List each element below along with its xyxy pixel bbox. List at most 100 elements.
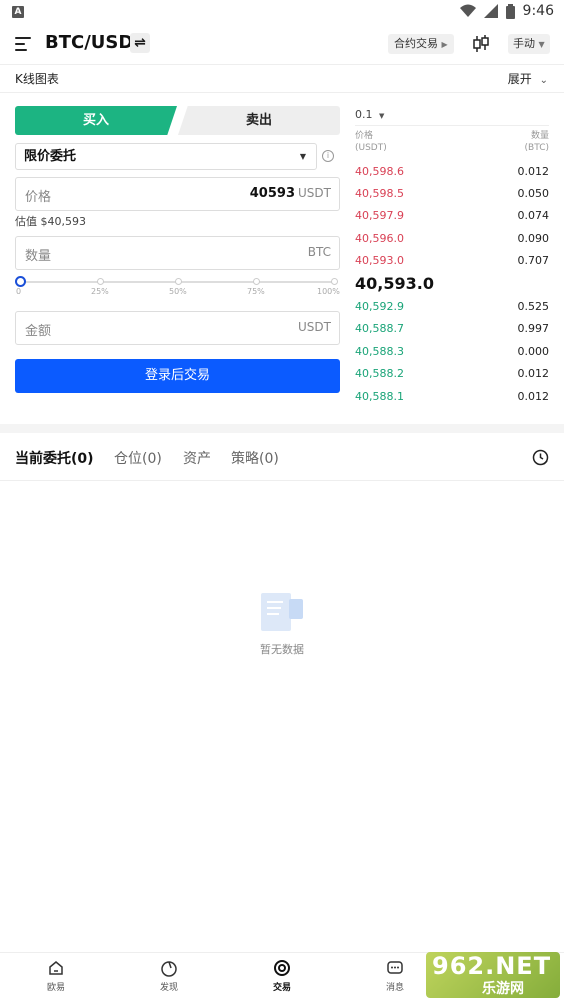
nav-item-discover[interactable]: 发现 (139, 959, 199, 993)
bid-row[interactable]: 40,588.3 0.000 (355, 345, 549, 359)
ask-price: 40,593.0 (355, 254, 404, 267)
watermark-text: 962.NET (432, 952, 552, 980)
bid-row[interactable]: 40,588.1 0.012 (355, 390, 549, 404)
slider-tick[interactable] (253, 278, 260, 285)
ask-row[interactable]: 40,598.5 0.050 (355, 187, 549, 201)
order-type-select[interactable]: 限价委托 ▼ (15, 143, 317, 170)
bid-row[interactable]: 40,588.2 0.012 (355, 367, 549, 381)
battery-icon (505, 3, 515, 19)
slider-tick[interactable] (97, 278, 104, 285)
ask-row[interactable]: 40,597.9 0.074 (355, 209, 549, 223)
slider-tick[interactable] (331, 278, 338, 285)
tab-open-orders[interactable]: 当前委托(0) (15, 448, 94, 468)
sell-tab[interactable]: 卖出 (178, 106, 340, 135)
ask-row[interactable]: 40,596.0 0.090 (355, 232, 549, 246)
last-price: 40,593.0 (355, 274, 434, 293)
expand-button[interactable]: 展开 ⌄ (508, 70, 548, 87)
ask-price: 40,598.6 (355, 165, 404, 178)
nav-item-trade[interactable]: 交易 (252, 959, 312, 993)
bid-row[interactable]: 40,588.7 0.997 (355, 322, 549, 336)
ask-price: 40,596.0 (355, 232, 404, 245)
slider-tick-label: 0 (16, 287, 22, 296)
home-icon (49, 961, 63, 975)
bid-qty: 0.012 (517, 390, 550, 403)
ask-qty: 0.707 (517, 254, 550, 267)
empty-state-text: 暂无数据 (260, 643, 304, 656)
ask-price: 40,598.5 (355, 187, 404, 200)
price-field[interactable]: 价格 40593 USDT (15, 177, 340, 211)
ask-price: 40,597.9 (355, 209, 404, 222)
total-label: 金额 (25, 324, 52, 339)
order-type-value: 限价委托 (24, 149, 77, 164)
trade-icon (274, 960, 290, 976)
depth-step-select[interactable]: 0.1 ▼ (355, 108, 384, 121)
slider-handle[interactable] (15, 276, 26, 287)
menu-icon[interactable] (15, 37, 31, 51)
discover-icon (161, 961, 177, 977)
clock: 9:46 (522, 3, 554, 19)
divider (0, 64, 564, 65)
bid-price: 40,588.1 (355, 390, 404, 403)
nav-item-home[interactable]: 欧易 (26, 959, 86, 993)
slider-tick-label: 25% (91, 287, 109, 296)
bid-price: 40,588.7 (355, 322, 404, 335)
ask-qty: 0.090 (517, 232, 550, 245)
divider (0, 92, 564, 93)
watermark-subtext: 乐游网 (482, 981, 524, 997)
status-indicators: 9:46 (459, 3, 554, 19)
bid-price: 40,588.3 (355, 345, 404, 358)
manual-mode-label: 手动 (513, 37, 535, 50)
price-column-header: 价格 (USDT) (355, 130, 387, 154)
header: BTC/USDT ⇌ 合约交易 ▶ 手动 ▼ (0, 26, 564, 64)
price-header-unit: (USDT) (355, 143, 387, 153)
tab-assets[interactable]: 资产 (183, 448, 211, 468)
ask-row[interactable]: 40,598.6 0.012 (355, 165, 549, 179)
bid-price: 40,592.9 (355, 300, 404, 313)
amount-label: 数量 (25, 249, 52, 264)
signal-icon (483, 4, 498, 18)
slider-tick-label: 100% (317, 287, 340, 296)
divider (0, 480, 564, 481)
login-to-trade-button[interactable]: 登录后交易 (15, 359, 340, 393)
price-value[interactable]: 40593 (250, 186, 295, 201)
qty-header-unit: (BTC) (524, 143, 549, 153)
bid-row[interactable]: 40,592.9 0.525 (355, 300, 549, 314)
total-unit: USDT (298, 320, 331, 334)
nav-label: 交易 (272, 983, 291, 993)
chevron-down-icon: ⌄ (539, 75, 548, 86)
tab-positions[interactable]: 仓位(0) (114, 448, 162, 468)
nav-item-messages[interactable]: 消息 (365, 959, 425, 993)
amount-field[interactable]: 数量 BTC (15, 236, 340, 270)
buy-tab[interactable]: 买入 (15, 106, 177, 135)
total-field[interactable]: 金额 USDT (15, 311, 340, 345)
ask-qty: 0.050 (517, 187, 550, 200)
slider-tick[interactable] (175, 278, 182, 285)
empty-document-icon (261, 593, 303, 631)
ask-row[interactable]: 40,593.0 0.707 (355, 254, 549, 268)
info-icon[interactable]: i (322, 150, 334, 162)
chevron-down-icon: ▼ (538, 40, 545, 49)
history-clock-icon[interactable] (532, 449, 549, 466)
wifi-icon (459, 4, 476, 17)
nav-label: 消息 (385, 983, 404, 993)
caret-down-icon: ▼ (379, 112, 385, 120)
amount-slider[interactable]: 0 25% 50% 75% 100% (15, 276, 340, 298)
bid-qty: 0.012 (517, 367, 550, 380)
contract-trade-label: 合约交易 (394, 37, 438, 50)
kline-label: K线图表 (15, 72, 59, 86)
candlestick-icon[interactable] (472, 34, 490, 54)
price-unit: USDT (298, 186, 331, 200)
status-bar: A 9:46 (0, 0, 564, 26)
contract-trade-button[interactable]: 合约交易 ▶ (388, 34, 454, 54)
ask-qty: 0.012 (517, 165, 550, 178)
qty-header: 数量 (530, 131, 549, 141)
swap-icon[interactable]: ⇌ (130, 33, 150, 53)
caret-down-icon: ▼ (299, 152, 306, 161)
message-icon (387, 961, 403, 974)
manual-mode-button[interactable]: 手动 ▼ (508, 34, 550, 54)
price-header: 价格 (355, 131, 374, 141)
ask-qty: 0.074 (517, 209, 550, 222)
slider-tick-label: 50% (169, 287, 187, 296)
tab-strategies[interactable]: 策略(0) (231, 448, 279, 468)
nav-label: 欧易 (46, 983, 65, 993)
